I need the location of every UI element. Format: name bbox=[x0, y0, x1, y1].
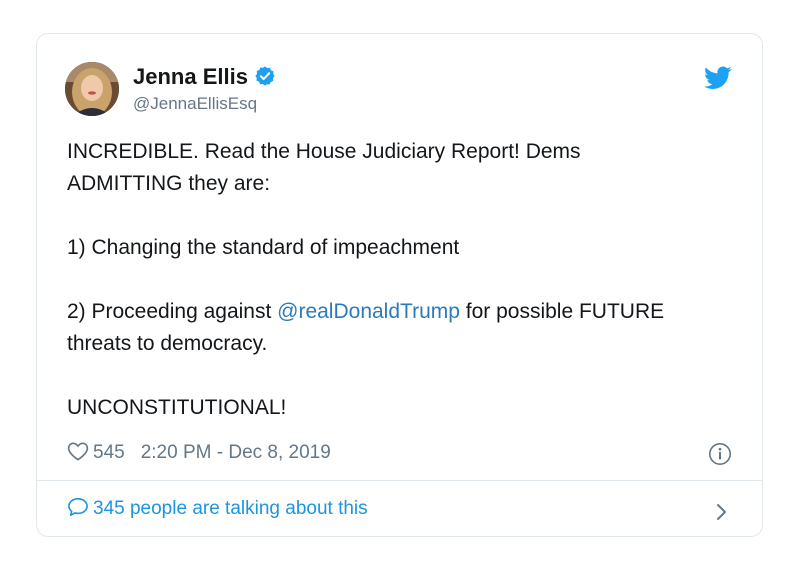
avatar[interactable] bbox=[65, 62, 119, 116]
tweet-text-item: threats to democracy. bbox=[67, 332, 268, 355]
tweet-header: Jenna Ellis @JennaEllisEsq bbox=[65, 62, 734, 118]
twitter-bird-icon[interactable] bbox=[704, 66, 732, 90]
info-icon[interactable] bbox=[708, 442, 732, 466]
tweet-text-line: ADMITTING they are: bbox=[67, 172, 271, 195]
like-count[interactable]: 545 bbox=[93, 442, 125, 463]
tweet-text-item: 2) Proceeding against bbox=[67, 300, 278, 323]
user-photo-avatar-icon bbox=[65, 62, 119, 116]
verified-badge-icon bbox=[254, 65, 276, 87]
author-handle[interactable]: @JennaEllisEsq bbox=[133, 92, 276, 116]
tweet-text-line: INCREDIBLE. Read the House Judiciary Rep… bbox=[67, 140, 581, 163]
chevron-right-icon[interactable] bbox=[716, 501, 728, 520]
tweet-card: Jenna Ellis @JennaEllisEsq INCREDIBLE. R… bbox=[36, 33, 763, 537]
tweet-timestamp[interactable]: 2:20 PM - Dec 8, 2019 bbox=[141, 442, 331, 463]
tweet-text-item: for possible FUTURE bbox=[459, 300, 665, 323]
author-display-name[interactable]: Jenna Ellis bbox=[133, 64, 248, 90]
author-info: Jenna Ellis @JennaEllisEsq bbox=[133, 64, 276, 116]
heart-icon[interactable] bbox=[67, 441, 89, 461]
mention-link[interactable]: @realDonaldTrump bbox=[277, 300, 460, 323]
speech-bubble-icon bbox=[67, 497, 89, 517]
talking-link[interactable]: 345 people are talking about this bbox=[67, 494, 734, 524]
divider bbox=[37, 480, 762, 481]
tweet-text-item: 1) Changing the standard of impeachment bbox=[67, 236, 460, 259]
talking-count-text[interactable]: 345 people are talking about this bbox=[93, 498, 368, 519]
tweet-text: INCREDIBLE. Read the House Judiciary Rep… bbox=[67, 136, 747, 424]
tweet-meta: 545 2:20 PM - Dec 8, 2019 bbox=[67, 438, 734, 468]
tweet-text-closing: UNCONSTITUTIONAL! bbox=[67, 396, 287, 419]
